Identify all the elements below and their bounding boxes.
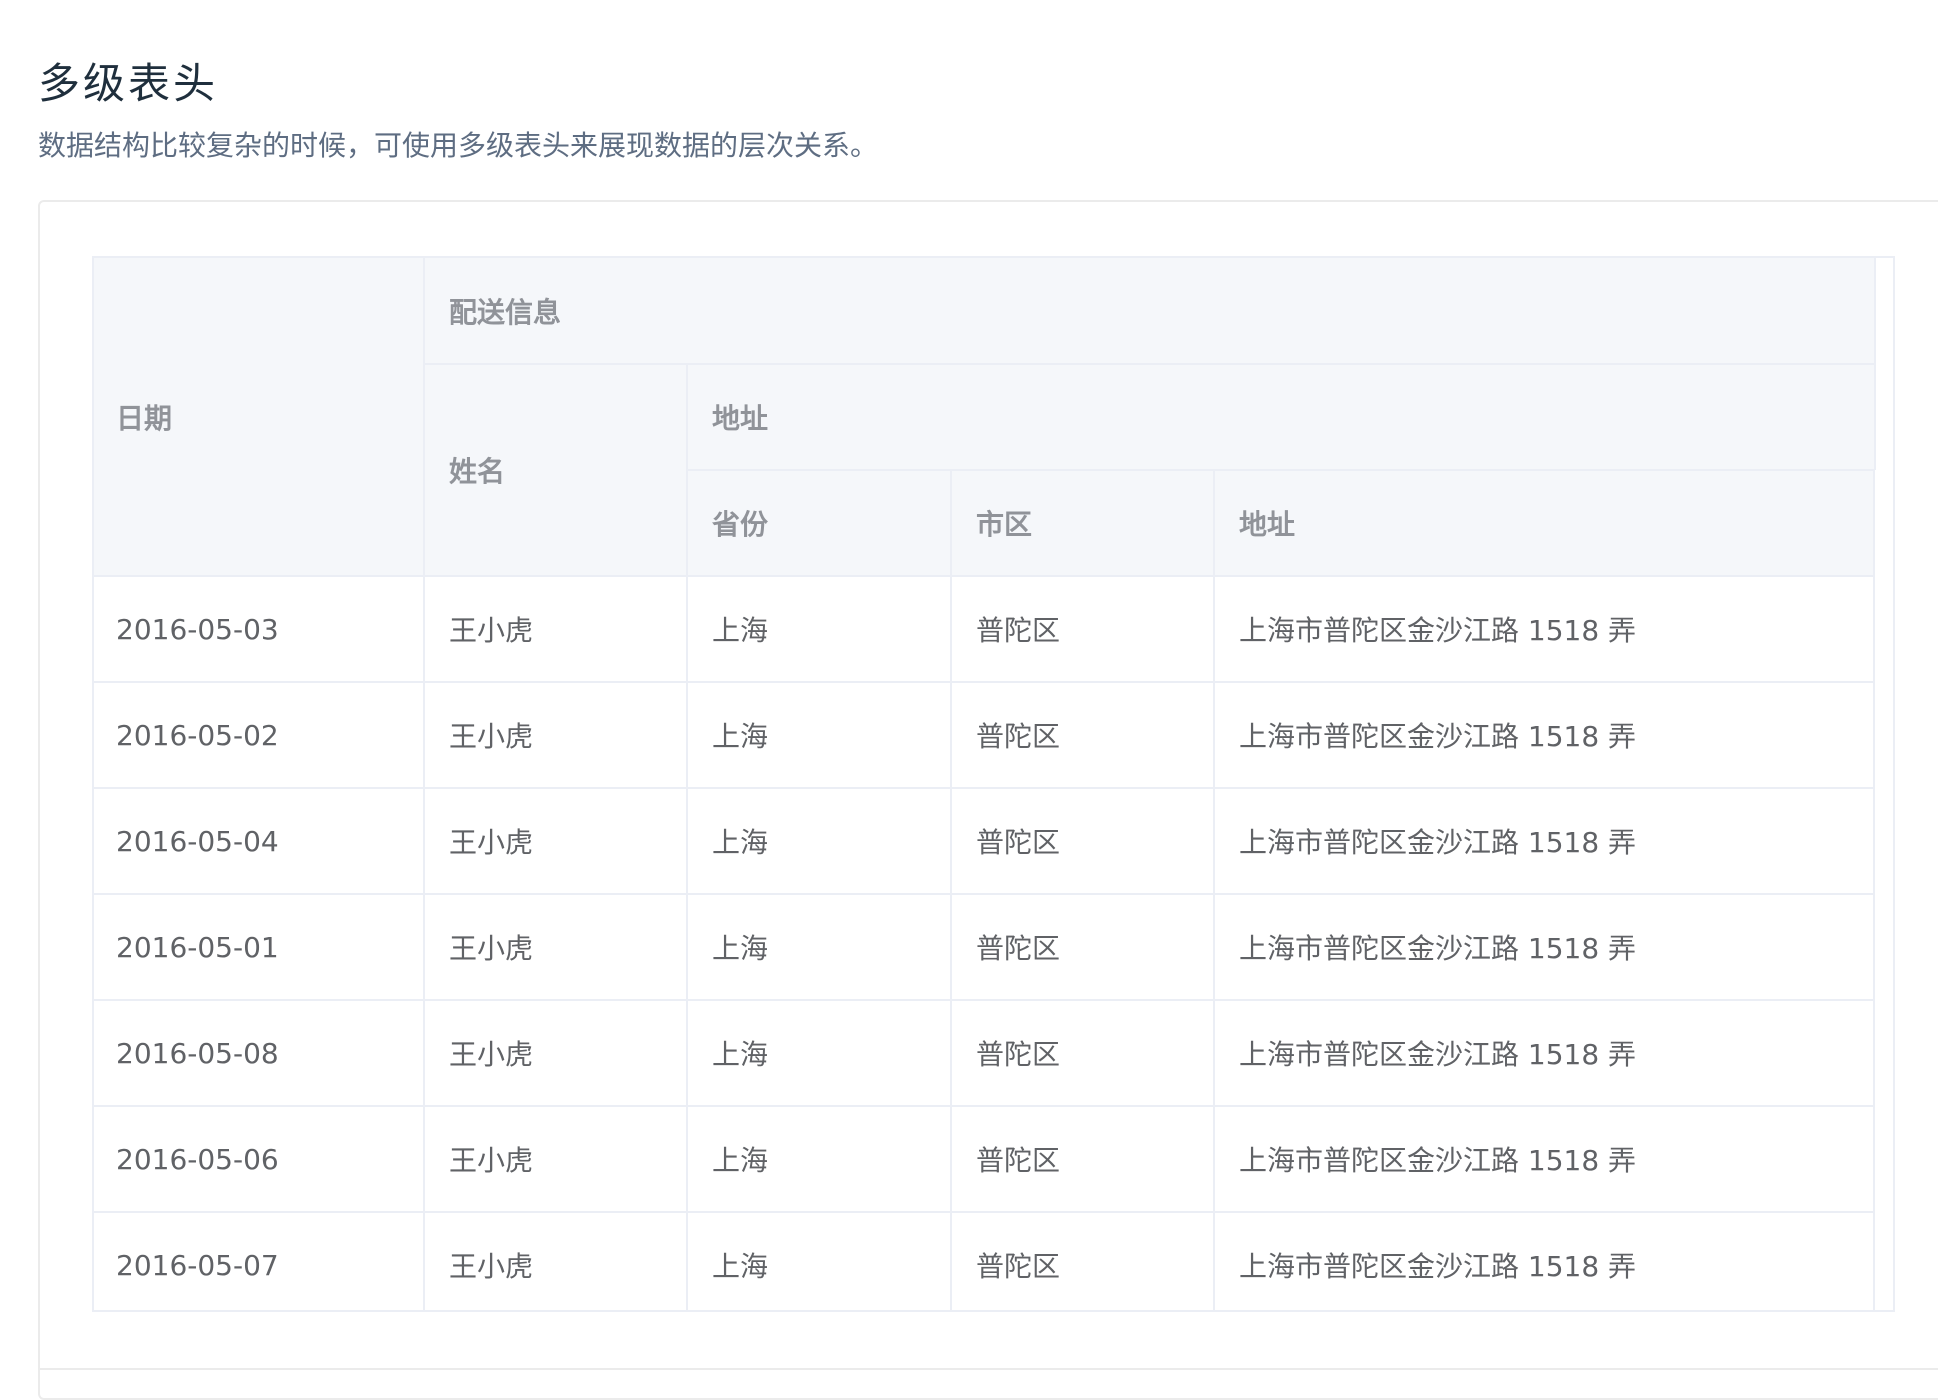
cell-province: 上海 bbox=[687, 1000, 952, 1107]
cell-province: 上海 bbox=[687, 1212, 952, 1310]
cell-province: 上海 bbox=[687, 682, 952, 789]
cell-address: 上海市普陀区金沙江路 1518 弄 bbox=[1214, 1212, 1877, 1310]
demo-card-divider bbox=[40, 1368, 1938, 1370]
cell-city: 普陀区 bbox=[951, 1106, 1215, 1213]
header-date[interactable]: 日期 bbox=[94, 258, 425, 577]
cell-city: 普陀区 bbox=[951, 1212, 1215, 1310]
cell-date: 2016-05-01 bbox=[94, 894, 425, 1001]
cell-province: 上海 bbox=[687, 1106, 952, 1213]
table-row[interactable]: 2016-05-07 王小虎 上海 普陀区 上海市普陀区金沙江路 1518 弄 bbox=[94, 1212, 1877, 1310]
cell-name: 王小虎 bbox=[424, 576, 688, 683]
cell-province: 上海 bbox=[687, 788, 952, 895]
header-city[interactable]: 市区 bbox=[951, 470, 1215, 577]
cell-date: 2016-05-03 bbox=[94, 576, 425, 683]
header-province[interactable]: 省份 bbox=[687, 470, 952, 577]
page-description: 数据结构比较复杂的时候，可使用多级表头来展现数据的层次关系。 bbox=[38, 129, 879, 162]
table-row[interactable]: 2016-05-08 王小虎 上海 普陀区 上海市普陀区金沙江路 1518 弄 bbox=[94, 1000, 1877, 1107]
cell-address: 上海市普陀区金沙江路 1518 弄 bbox=[1214, 576, 1877, 683]
cell-city: 普陀区 bbox=[951, 682, 1215, 789]
table-row[interactable]: 2016-05-03 王小虎 上海 普陀区 上海市普陀区金沙江路 1518 弄 bbox=[94, 576, 1877, 683]
cell-city: 普陀区 bbox=[951, 576, 1215, 683]
cell-date: 2016-05-08 bbox=[94, 1000, 425, 1107]
cell-date: 2016-05-07 bbox=[94, 1212, 425, 1310]
cell-date: 2016-05-02 bbox=[94, 682, 425, 789]
cell-date: 2016-05-06 bbox=[94, 1106, 425, 1213]
table-row[interactable]: 2016-05-06 王小虎 上海 普陀区 上海市普陀区金沙江路 1518 弄 bbox=[94, 1106, 1877, 1213]
cell-city: 普陀区 bbox=[951, 788, 1215, 895]
cell-city: 普陀区 bbox=[951, 1000, 1215, 1107]
table-header: 日期 配送信息 姓名 地址 省份 市区 地址 bbox=[94, 258, 1877, 577]
cell-name: 王小虎 bbox=[424, 1106, 688, 1213]
cell-address: 上海市普陀区金沙江路 1518 弄 bbox=[1214, 1000, 1877, 1107]
table-body: 2016-05-03 王小虎 上海 普陀区 上海市普陀区金沙江路 1518 弄 … bbox=[94, 576, 1877, 1310]
header-delivery-info[interactable]: 配送信息 bbox=[424, 258, 1877, 365]
header-address[interactable]: 地址 bbox=[1214, 470, 1877, 577]
multi-level-header-table: 日期 配送信息 姓名 地址 省份 市区 地址 2016-05-03 王小虎 上海… bbox=[92, 256, 1895, 1312]
table-row[interactable]: 2016-05-02 王小虎 上海 普陀区 上海市普陀区金沙江路 1518 弄 bbox=[94, 682, 1877, 789]
header-address-group[interactable]: 地址 bbox=[687, 364, 1877, 471]
cell-name: 王小虎 bbox=[424, 788, 688, 895]
cell-date: 2016-05-04 bbox=[94, 788, 425, 895]
vertical-scrollbar[interactable] bbox=[1873, 470, 1893, 1310]
cell-city: 普陀区 bbox=[951, 894, 1215, 1001]
page-title: 多级表头 bbox=[38, 58, 219, 108]
header-name[interactable]: 姓名 bbox=[424, 364, 688, 577]
data-table: 日期 配送信息 姓名 地址 省份 市区 地址 2016-05-03 王小虎 上海… bbox=[94, 258, 1877, 1310]
cell-address: 上海市普陀区金沙江路 1518 弄 bbox=[1214, 682, 1877, 789]
table-row[interactable]: 2016-05-01 王小虎 上海 普陀区 上海市普陀区金沙江路 1518 弄 bbox=[94, 894, 1877, 1001]
cell-address: 上海市普陀区金沙江路 1518 弄 bbox=[1214, 788, 1877, 895]
cell-province: 上海 bbox=[687, 576, 952, 683]
cell-name: 王小虎 bbox=[424, 1212, 688, 1310]
header-row-1: 日期 配送信息 bbox=[94, 258, 1877, 577]
cell-address: 上海市普陀区金沙江路 1518 弄 bbox=[1214, 894, 1877, 1001]
cell-province: 上海 bbox=[687, 894, 952, 1001]
cell-name: 王小虎 bbox=[424, 1000, 688, 1107]
cell-name: 王小虎 bbox=[424, 682, 688, 789]
cell-address: 上海市普陀区金沙江路 1518 弄 bbox=[1214, 1106, 1877, 1213]
cell-name: 王小虎 bbox=[424, 894, 688, 1001]
table-row[interactable]: 2016-05-04 王小虎 上海 普陀区 上海市普陀区金沙江路 1518 弄 bbox=[94, 788, 1877, 895]
